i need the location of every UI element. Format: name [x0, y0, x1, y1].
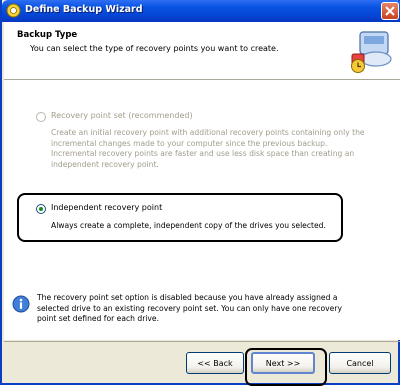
title-bar[interactable]: Define Backup Wizard	[2, 0, 400, 22]
close-button[interactable]	[381, 2, 399, 20]
info-line: The recovery point set option is disable…	[37, 293, 338, 302]
description-line: Create an initial recovery point with ad…	[51, 128, 365, 137]
info-line: point set defined for each drive.	[37, 314, 160, 323]
description-line: Always create a complete, independent co…	[51, 221, 326, 230]
footer-divider	[4, 341, 400, 342]
info-line: selected drive to an existing recovery p…	[37, 303, 342, 313]
wizard-window: Define Backup Wizard Backup Type You can…	[0, 0, 400, 386]
app-icon	[6, 3, 21, 18]
window-title: Define Backup Wizard	[25, 4, 143, 15]
next-button[interactable]: Next >>	[251, 352, 315, 374]
back-button[interactable]: << Back	[186, 352, 244, 374]
info-message: The recovery point set option is disable…	[37, 293, 357, 325]
independent-recovery-point-radio[interactable]	[36, 204, 46, 214]
wizard-header: Backup Type You can select the type of r…	[4, 22, 400, 80]
independent-recovery-point-description: Always create a complete, independent co…	[51, 221, 341, 232]
info-icon	[12, 295, 30, 313]
recovery-point-set-radio[interactable]	[36, 112, 46, 122]
page-title: Backup Type	[17, 30, 78, 40]
description-line: Incremental recovery points are faster a…	[51, 149, 355, 158]
description-line: incremental changes made to your compute…	[51, 138, 328, 148]
independent-recovery-point-label[interactable]: Independent recovery point	[51, 203, 162, 212]
description-line: independent recovery point.	[51, 159, 159, 169]
close-icon	[385, 6, 395, 16]
wizard-content: Recovery point set (recommended) Create …	[4, 80, 400, 340]
page-subtitle: You can select the type of recovery poin…	[30, 44, 279, 53]
selected-option-highlight	[17, 193, 343, 242]
recovery-point-set-label[interactable]: Recovery point set (recommended)	[51, 111, 193, 120]
cancel-button[interactable]: Cancel	[329, 352, 391, 374]
recovery-point-set-description: Create an initial recovery point with ad…	[51, 128, 371, 170]
backup-wizard-icon	[351, 31, 392, 73]
